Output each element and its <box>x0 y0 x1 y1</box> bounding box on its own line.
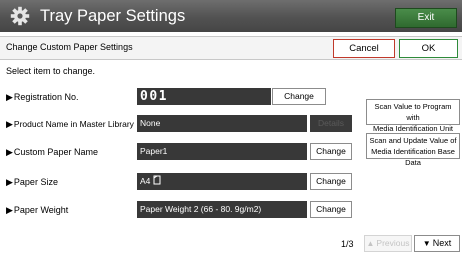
previous-button[interactable]: ▲ Previous <box>364 235 412 252</box>
bullet-arrow-icon: ▶ <box>6 205 13 215</box>
row-label-text: Custom Paper Name <box>13 147 98 157</box>
triangle-up-icon: ▲ <box>366 239 375 248</box>
paper-weight-change-button[interactable]: Change <box>310 201 352 218</box>
row-label-text: Paper Size <box>13 177 58 187</box>
side-button-line: Scan and Update Value of <box>369 136 457 145</box>
bullet-arrow-icon: ▶ <box>6 177 13 187</box>
paper-size-value: A4 <box>137 173 307 190</box>
row-label-paper-size: ▶Paper Size <box>6 175 58 189</box>
bullet-arrow-icon: ▶ <box>6 92 13 102</box>
portrait-orientation-icon <box>153 175 161 185</box>
scan-and-update-value-button[interactable]: Scan and Update Value of Media Identific… <box>366 133 460 167</box>
exit-button[interactable]: Exit <box>395 8 457 28</box>
scan-value-to-program-button[interactable]: Scan Value to Program with Media Identif… <box>366 99 460 133</box>
custom-paper-name-change-button[interactable]: Change <box>310 143 352 160</box>
custom-paper-name-value: Paper1 <box>137 143 307 160</box>
row-label-text: Product Name in Master Library <box>13 119 134 129</box>
subheader-title: Change Custom Paper Settings <box>6 42 133 52</box>
row-label-custom-paper-name: ▶Custom Paper Name <box>6 145 98 159</box>
paper-size-change-button[interactable]: Change <box>310 173 352 190</box>
triangle-down-icon: ▼ <box>422 239 431 248</box>
registration-no-change-button[interactable]: Change <box>272 88 326 105</box>
bullet-arrow-icon: ▶ <box>6 147 13 157</box>
next-button[interactable]: ▼ Next <box>414 235 460 252</box>
product-name-value: None <box>137 115 307 132</box>
row-label-text: Registration No. <box>13 92 79 102</box>
row-label-product-name: ▶Product Name in Master Library <box>6 117 134 131</box>
paper-size-text: A4 <box>140 176 151 186</box>
previous-label: Previous <box>376 238 410 248</box>
row-label-paper-weight: ▶Paper Weight <box>6 203 68 217</box>
page-title: Tray Paper Settings <box>40 7 186 25</box>
next-label: Next <box>432 238 452 248</box>
product-name-details-button[interactable]: Details <box>310 115 352 132</box>
bullet-arrow-icon: ▶ <box>6 119 13 129</box>
side-button-line: Media Identification Base Data <box>371 147 455 167</box>
row-label-text: Paper Weight <box>13 205 69 215</box>
page-indicator: 1/3 <box>341 239 354 249</box>
registration-no-value: 001 <box>137 88 271 105</box>
gear-icon <box>10 6 30 26</box>
title-bar: Tray Paper Settings <box>0 0 462 32</box>
cancel-button[interactable]: Cancel <box>333 39 395 58</box>
instruction-text: Select item to change. <box>6 66 96 76</box>
paper-weight-value: Paper Weight 2 (66 - 80. 9g/m2) <box>137 201 307 218</box>
ok-button[interactable]: OK <box>399 39 458 58</box>
row-label-registration-no: ▶Registration No. <box>6 90 78 104</box>
side-button-line: Scan Value to Program with <box>374 102 452 122</box>
